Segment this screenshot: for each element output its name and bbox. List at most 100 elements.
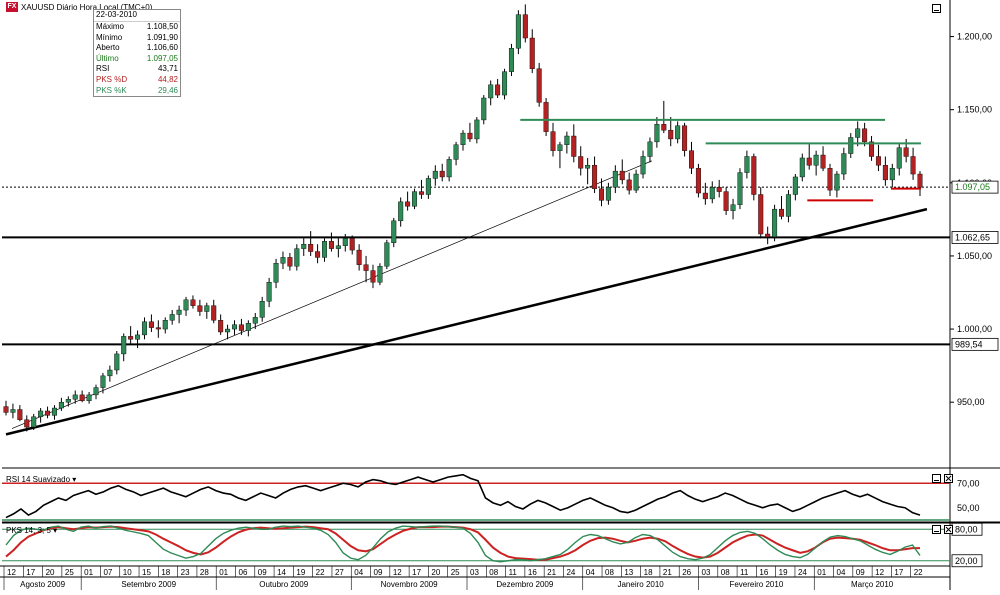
candle (439, 170, 445, 178)
candle (259, 301, 265, 318)
month-label: Novembro 2009 (381, 580, 438, 589)
candle (135, 334, 141, 340)
day-label: 28 (200, 568, 209, 577)
hud-label: PKS %D (96, 74, 128, 84)
day-label: 03 (702, 568, 711, 577)
rsi-pane-title[interactable]: RSI 14 Suavizado ▾ (6, 475, 76, 484)
candle (813, 154, 819, 166)
trading-chart-window: 1.200,001.150,001.100,001.050,001.000,00… (0, 0, 1000, 590)
candle (58, 401, 64, 409)
candle (363, 264, 369, 271)
day-label: 04 (354, 568, 363, 577)
candle (758, 194, 764, 235)
day-label: 20 (46, 568, 55, 577)
candle (529, 37, 535, 69)
hud-row: Aberto 1.106,60 (94, 43, 180, 54)
hud-label: PKS %K (96, 85, 127, 95)
day-label: 14 (277, 568, 286, 577)
candle (162, 320, 168, 330)
y-tick-label: 1.050,00 (957, 251, 992, 261)
month-label: Dezembro 2009 (496, 580, 553, 589)
candle (391, 220, 397, 243)
candle (322, 241, 328, 258)
candle (744, 156, 750, 173)
day-label: 21 (547, 568, 556, 577)
candle (765, 233, 771, 238)
y-tick-label: 1.150,00 (957, 105, 992, 115)
day-label: 16 (528, 568, 537, 577)
candle (730, 204, 736, 211)
candle (107, 369, 113, 377)
minimize-icon[interactable] (932, 4, 941, 13)
candle (474, 119, 480, 140)
pks-close-icon[interactable] (944, 525, 953, 534)
candle (626, 179, 632, 191)
month-label: Janeiro 2010 (617, 580, 664, 589)
day-label: 08 (489, 568, 498, 577)
candle (917, 173, 923, 188)
candle (654, 124, 660, 143)
candle (231, 324, 237, 330)
day-label: 18 (644, 568, 653, 577)
candle (772, 208, 778, 238)
pks-title: PKS 14; 3; 5 (6, 526, 51, 535)
day-label: 22 (914, 568, 923, 577)
candle (633, 173, 639, 191)
candle (675, 125, 681, 140)
candle (169, 314, 175, 321)
hud-row: Último 1.097,05 (94, 54, 180, 65)
day-label: 24 (798, 568, 807, 577)
app-logo: FX (6, 2, 18, 12)
candle (661, 124, 667, 131)
day-label: 10 (123, 568, 132, 577)
rsi-minimize-icon[interactable] (932, 474, 941, 483)
candle (412, 191, 418, 207)
hud-row: PKS %K 29,46 (94, 86, 180, 97)
candle (51, 407, 57, 416)
hud-value: 43,71 (157, 64, 178, 74)
day-label: 13 (624, 568, 633, 577)
candle (190, 299, 196, 306)
day-label: 09 (856, 568, 865, 577)
month-label: Março 2010 (851, 580, 894, 589)
rsi-title: RSI 14 Suavizado (6, 475, 71, 484)
candle (834, 173, 840, 191)
candle (114, 353, 120, 371)
hud-value: 1.097,05 (146, 53, 178, 63)
chevron-down-icon[interactable]: ▾ (72, 475, 76, 484)
candle (723, 191, 729, 211)
candle (155, 327, 161, 330)
candle (550, 131, 556, 151)
day-label: 08 (605, 568, 614, 577)
price-label: 989,54 (955, 339, 983, 349)
candle (128, 336, 134, 340)
candle (508, 48, 514, 72)
candle (702, 192, 708, 200)
rsi-tick-label: 50,00 (957, 503, 980, 513)
hud-value: 29,46 (157, 85, 178, 95)
candle (301, 244, 307, 249)
day-label: 25 (65, 568, 74, 577)
candle (72, 394, 78, 400)
rsi-close-icon[interactable] (944, 474, 953, 483)
day-label: 06 (239, 568, 248, 577)
candle (211, 305, 217, 321)
candle (370, 270, 376, 283)
candle (356, 249, 362, 265)
candle (252, 317, 258, 324)
day-label: 01 (84, 568, 93, 577)
candle (827, 167, 833, 191)
pks-pane-title[interactable]: PKS 14; 3; 5 ▾ (6, 526, 57, 535)
day-label: 21 (663, 568, 672, 577)
candle (287, 257, 293, 267)
candle (896, 147, 902, 169)
day-label: 18 (161, 568, 170, 577)
chevron-down-icon[interactable]: ▾ (53, 526, 57, 535)
day-label: 01 (219, 568, 228, 577)
candle (79, 394, 85, 401)
hud-date: 22-03-2010 (94, 10, 180, 22)
pks-minimize-icon[interactable] (932, 525, 941, 534)
hud-row: Mínimo 1.091,90 (94, 33, 180, 44)
candle (93, 387, 99, 396)
candle (695, 167, 701, 194)
